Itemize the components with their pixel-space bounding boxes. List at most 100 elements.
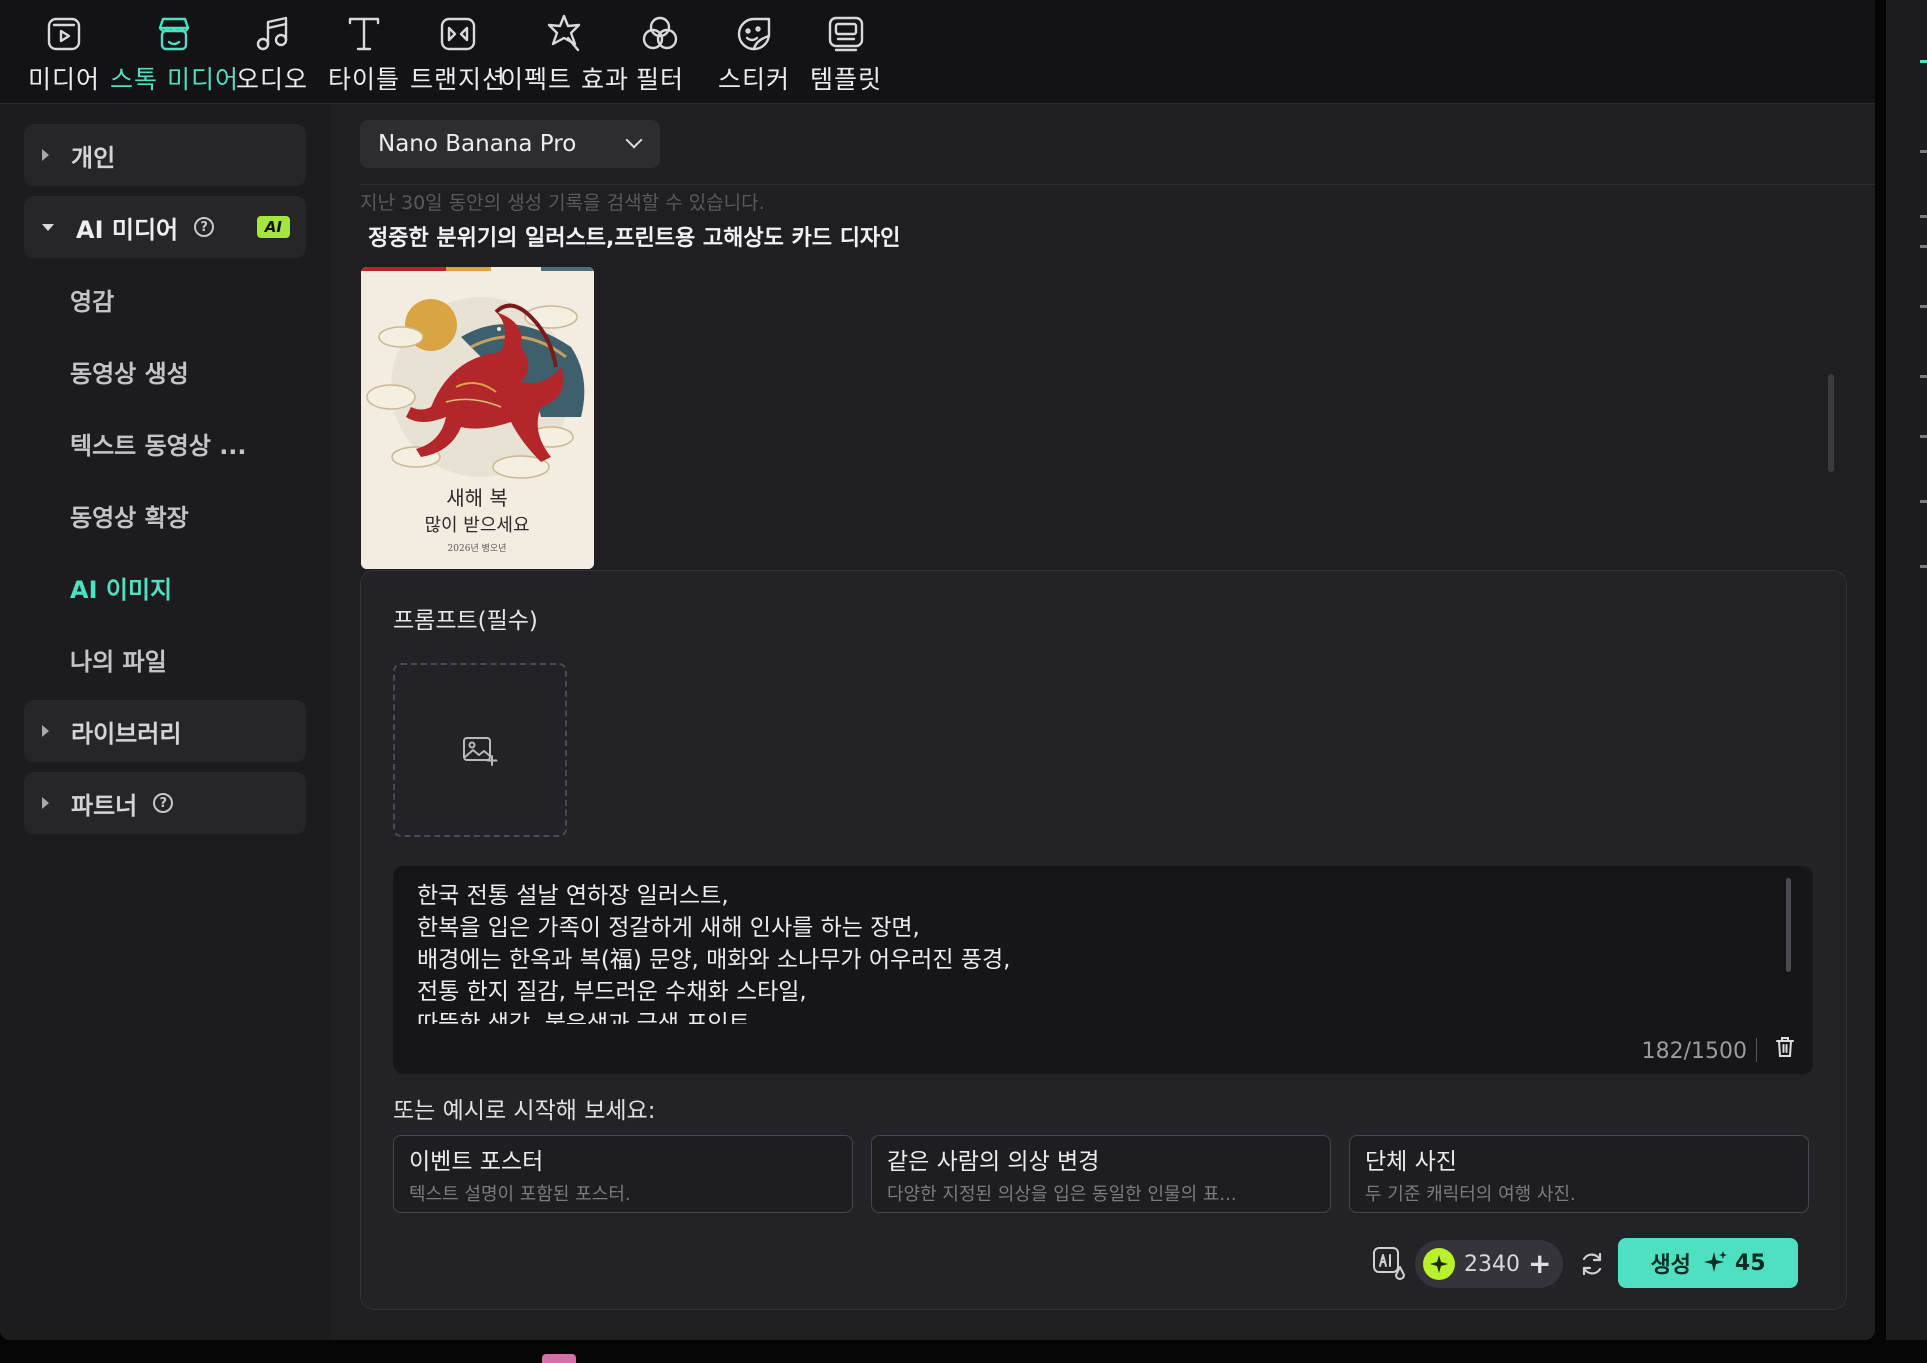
sidebar-item-personal[interactable]: 개인 xyxy=(24,124,306,186)
toolbar-label: 템플릿 xyxy=(810,65,883,94)
prompt-panel: 프롬프트(필수) 한국 전통 설날 연하장 일러스트, 한복을 입은 가족이 정… xyxy=(360,570,1847,1310)
credit-coin-icon xyxy=(1423,1248,1455,1280)
sticker-icon xyxy=(737,17,771,51)
sidebar-item-label: 라이브러리 xyxy=(71,719,182,748)
template-icon xyxy=(828,16,864,52)
toolbar-effect[interactable]: 이펙트 효과 xyxy=(500,12,629,96)
toolbar-filter[interactable]: 필터 xyxy=(636,12,684,96)
right-panel-mark xyxy=(1920,60,1927,63)
right-panel-edge xyxy=(1886,0,1927,1340)
right-panel-mark xyxy=(1920,245,1927,248)
help-icon[interactable]: ? xyxy=(153,793,174,813)
example-card-subtitle: 다양한 지정된 의상을 입은 동일한 인물의 표... xyxy=(887,1184,1237,1205)
model-select-value: Nano Banana Pro xyxy=(378,131,577,157)
generate-cost: 45 xyxy=(1734,1250,1766,1276)
toolbar-audio[interactable]: 오디오 xyxy=(236,12,308,96)
help-icon[interactable]: ? xyxy=(194,217,215,237)
toolbar-label: 이펙트 효과 xyxy=(500,65,629,94)
sidebar-sub-inspiration[interactable]: 영감 xyxy=(70,282,114,317)
effect-icon xyxy=(548,14,581,52)
example-card-event-poster[interactable]: 이벤트 포스터 텍스트 설명이 포함된 포스터. xyxy=(393,1135,853,1213)
filter-icon xyxy=(642,16,678,50)
right-panel-mark xyxy=(1920,435,1927,438)
sidebar-sub-ai-image[interactable]: AI 이미지 xyxy=(70,570,172,605)
right-panel-mark xyxy=(1920,565,1927,568)
example-card-group-photo[interactable]: 단체 사진 두 기준 캐릭터의 여행 사진. xyxy=(1349,1135,1809,1213)
sidebar-sub-video-extend[interactable]: 동영상 확장 xyxy=(70,498,189,533)
prompt-label: 프롬프트(필수) xyxy=(393,608,538,634)
taskbar-app-indicator xyxy=(542,1354,576,1363)
sidebar-item-label: 개인 xyxy=(71,143,116,172)
right-panel-mark xyxy=(1920,305,1927,308)
image-upload-button[interactable] xyxy=(393,663,567,837)
example-card-title: 같은 사람의 의상 변경 xyxy=(887,1149,1100,1175)
sidebar-item-label: AI 미디어 xyxy=(76,215,179,244)
example-card-title: 이벤트 포스터 xyxy=(409,1149,544,1175)
stock-media-icon xyxy=(159,17,190,51)
sidebar-sub-my-files[interactable]: 나의 파일 xyxy=(70,642,167,677)
prompt-scrollbar[interactable] xyxy=(1786,878,1791,972)
refresh-button[interactable] xyxy=(1579,1251,1605,1281)
ai-badge: AI xyxy=(256,216,290,238)
sidebar: 개인 AI 미디어 ? AI 영감 동영상 생성 텍스트 동영상 ... 동영상… xyxy=(8,104,328,1340)
toolbar-label: 트랜지션 xyxy=(410,65,507,94)
right-panel-mark xyxy=(1920,215,1927,218)
toolbar-title[interactable]: 타이틀 xyxy=(328,12,400,96)
toolbar-transition[interactable]: 트랜지션 xyxy=(410,12,506,96)
credits-pill[interactable]: 2340 + xyxy=(1415,1240,1563,1288)
sidebar-item-label: 파트너 xyxy=(71,791,138,820)
card-line3: 2026년 병오년 xyxy=(448,543,507,554)
divider xyxy=(1756,1038,1757,1062)
card-line1: 새해 복 xyxy=(446,486,508,510)
toolbar-label: 미디어 xyxy=(28,65,101,94)
title-icon xyxy=(348,17,380,51)
chevron-down-icon xyxy=(625,131,643,149)
toolbar-label: 오디오 xyxy=(236,65,309,94)
sidebar-item-partner[interactable]: 파트너 ? xyxy=(24,772,306,834)
char-counter: 182/1500 xyxy=(1641,1039,1747,1064)
examples-label: 또는 예시로 시작해 보세요: xyxy=(393,1098,656,1124)
results-scrollbar[interactable] xyxy=(1828,374,1834,472)
example-card-outfit-change[interactable]: 같은 사람의 의상 변경 다양한 지정된 의상을 입은 동일한 인물의 표... xyxy=(871,1135,1331,1213)
generate-button[interactable]: 생성 45 xyxy=(1618,1238,1798,1288)
media-icon xyxy=(47,17,81,51)
toolbar-template[interactable]: 템플릿 xyxy=(810,12,882,96)
sidebar-item-ai-media[interactable]: AI 미디어 ? AI xyxy=(24,196,306,258)
main-panel: Nano Banana Pro 지난 30일 동안의 생성 기록을 검색할 수 … xyxy=(330,104,1875,1340)
bottom-edge xyxy=(0,1340,1927,1363)
toolbar-media[interactable]: 미디어 xyxy=(28,12,100,96)
toolbar-stock-media[interactable]: 스톡 미디어 xyxy=(110,12,239,96)
sidebar-sub-video-generation[interactable]: 동영상 생성 xyxy=(70,354,189,389)
divider xyxy=(360,184,1875,185)
add-image-icon xyxy=(463,737,498,766)
add-credits-icon[interactable]: + xyxy=(1528,1250,1551,1278)
new-year-card-image: 새해 복 많이 받으세요 2026년 병오년 xyxy=(361,267,594,569)
credits-count: 2340 xyxy=(1464,1251,1520,1277)
right-panel-mark xyxy=(1920,150,1927,153)
prompt-text: 한국 전통 설날 연하장 일러스트, 한복을 입은 가족이 정갈하게 새해 인사… xyxy=(417,883,1011,1024)
trash-icon xyxy=(1776,1037,1794,1057)
clear-prompt-button[interactable] xyxy=(1775,1036,1795,1062)
generated-image-thumbnail[interactable]: 새해 복 많이 받으세요 2026년 병오년 xyxy=(361,267,594,569)
top-toolbar: 미디어 스톡 미디어 오디오 타이틀 트랜지션 이펙트 효과 필터 스티커 템플… xyxy=(0,0,1875,104)
example-card-title: 단체 사진 xyxy=(1365,1149,1457,1175)
right-panel-mark xyxy=(1920,500,1927,503)
generation-title: 정중한 분위기의 일러스트,프린트용 고해상도 카드 디자인 xyxy=(368,226,901,251)
history-hint: 지난 30일 동안의 생성 기록을 검색할 수 있습니다. xyxy=(360,192,765,214)
toolbar-label: 스톡 미디어 xyxy=(110,65,239,94)
audio-icon xyxy=(256,16,288,51)
caret-right-icon xyxy=(42,725,49,737)
sidebar-sub-text-to-video[interactable]: 텍스트 동영상 ... xyxy=(70,426,247,461)
refresh-icon xyxy=(1582,1252,1602,1276)
ai-tag-button[interactable] xyxy=(1371,1245,1407,1285)
ai-tag-icon xyxy=(1373,1247,1405,1280)
prompt-textarea[interactable]: 한국 전통 설날 연하장 일러스트, 한복을 입은 가족이 정갈하게 새해 인사… xyxy=(393,866,1813,1074)
generate-label: 생성 xyxy=(1650,1253,1691,1278)
toolbar-label: 타이틀 xyxy=(328,65,401,94)
caret-right-icon xyxy=(42,797,49,809)
caret-down-icon xyxy=(42,223,54,231)
model-select[interactable]: Nano Banana Pro xyxy=(360,120,660,168)
toolbar-sticker[interactable]: 스티커 xyxy=(718,12,790,96)
toolbar-label: 스티커 xyxy=(718,65,791,94)
sidebar-item-library[interactable]: 라이브러리 xyxy=(24,700,306,762)
